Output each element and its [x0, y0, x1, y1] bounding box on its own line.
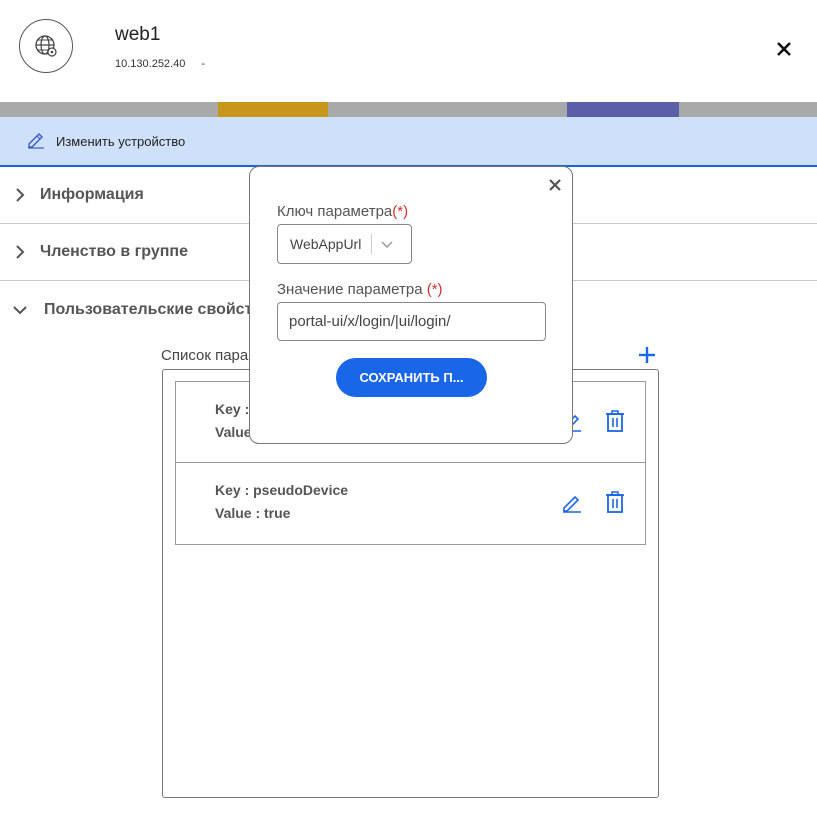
edit-device-bar[interactable]: Изменить устройство: [0, 117, 817, 167]
section-group-label: Членство в группе: [40, 243, 188, 260]
param-key: Key : pseudoDevice: [215, 482, 349, 498]
chevron-right-icon: [16, 245, 25, 259]
param-value: Value: [215, 424, 252, 440]
param-value-input[interactable]: [277, 302, 546, 341]
device-ip: 10.130.252.40 -: [115, 58, 205, 70]
param-value: Value : true: [215, 505, 291, 521]
save-button[interactable]: СОХРАНИТЬ П...: [336, 358, 487, 397]
param-key-label: Ключ параметра(*): [277, 203, 408, 220]
pencil-icon: [26, 129, 46, 154]
chevron-down-icon[interactable]: [372, 237, 402, 251]
required-mark: (*): [392, 203, 409, 220]
chevron-down-icon: [13, 305, 27, 314]
param-key-label-text: Ключ параметра: [277, 203, 393, 220]
banner-block: [218, 102, 328, 118]
add-icon[interactable]: [637, 345, 657, 365]
close-icon[interactable]: [772, 37, 796, 61]
device-title: web1: [115, 24, 161, 45]
trash-icon[interactable]: [604, 409, 626, 433]
section-info-label: Информация: [40, 186, 144, 203]
param-key-select[interactable]: WebAppUrl: [277, 224, 412, 264]
section-props-label: Пользовательские свойства: [44, 300, 271, 318]
edit-device-label: Изменить устройство: [56, 133, 186, 149]
param-list-label: Список пара: [161, 347, 249, 364]
param-value-label-text: Значение параметра: [277, 281, 427, 298]
ip-address: 10.130.252.40: [115, 58, 186, 70]
chevron-right-icon: [16, 188, 25, 202]
required-mark: (*): [426, 281, 443, 298]
banner-strip: [0, 102, 817, 118]
trash-icon[interactable]: [604, 490, 626, 514]
close-icon[interactable]: [547, 177, 563, 193]
globe-gear-icon: [19, 19, 73, 73]
device-header: web1 10.130.252.40 -: [0, 0, 817, 102]
pencil-icon[interactable]: [561, 491, 583, 513]
param-key: Key :: [215, 401, 250, 417]
banner-block: [567, 102, 679, 118]
param-edit-dialog: Ключ параметра(*) WebAppUrl Значение пар…: [249, 166, 573, 444]
param-key-selected: WebAppUrl: [290, 236, 362, 252]
ip-separator: -: [201, 58, 206, 70]
param-value-label: Значение параметра (*): [277, 281, 443, 298]
list-item: Key : pseudoDevice Value : true: [176, 463, 645, 544]
